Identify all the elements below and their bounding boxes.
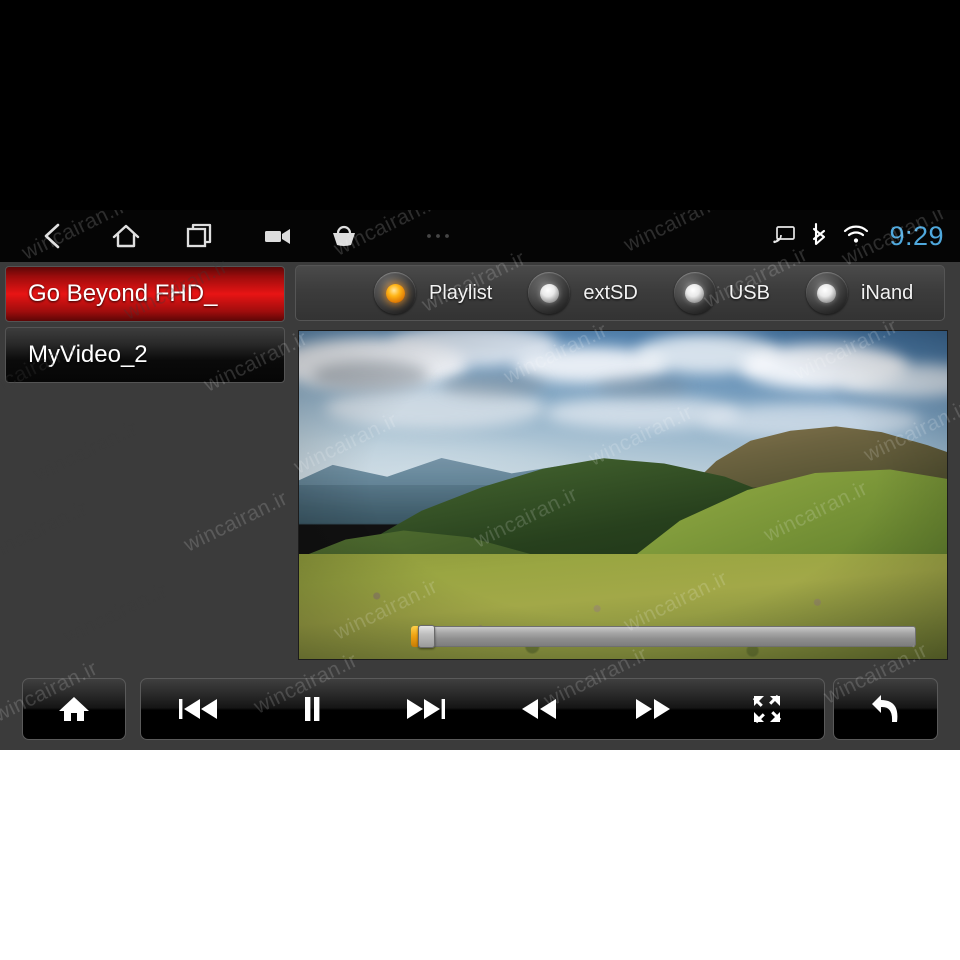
led-usb-icon — [673, 272, 716, 314]
nav-recent-apps-button[interactable] — [172, 210, 228, 262]
video-frame-image — [299, 331, 947, 659]
seek-progress-fill — [411, 626, 418, 647]
seek-handle[interactable] — [418, 625, 435, 648]
video-viewport[interactable] — [298, 330, 948, 660]
playlist-panel: Go Beyond FHD_ MyVideo_2 — [0, 262, 290, 664]
bluetooth-icon — [810, 222, 829, 251]
nav-camera-button[interactable] — [250, 210, 306, 262]
source-option-playlist[interactable]: Playlist — [374, 272, 492, 314]
source-label: iNand — [860, 281, 914, 304]
screenshot-stage: 9:29 Go Beyond FHD_ MyVideo_2 Playlist e… — [0, 0, 960, 960]
cast-icon — [773, 224, 796, 249]
home-button-panel — [22, 678, 126, 740]
nav-overflow-button[interactable] — [410, 210, 466, 262]
wifi-icon — [843, 224, 869, 249]
previous-track-button[interactable] — [141, 678, 255, 740]
head-unit-screen: 9:29 Go Beyond FHD_ MyVideo_2 Playlist e… — [0, 210, 960, 750]
nav-back-button[interactable] — [24, 210, 80, 262]
list-item[interactable]: MyVideo_2 — [5, 327, 285, 383]
back-button-panel — [833, 678, 938, 740]
led-playlist-icon — [374, 272, 416, 314]
fast-forward-button[interactable] — [596, 678, 710, 740]
player-column: Playlist extSD USB iNand — [295, 262, 960, 664]
android-navigation-bar: 9:29 — [0, 210, 960, 262]
led-inand-icon — [805, 272, 848, 314]
back-button[interactable] — [834, 678, 937, 740]
playlist-item-title: MyVideo_2 — [28, 341, 148, 368]
status-clock: 9:29 — [889, 220, 944, 251]
source-option-extsd[interactable]: extSD — [528, 272, 638, 314]
nav-apps-basket-button[interactable] — [316, 210, 372, 262]
seek-track[interactable] — [411, 626, 916, 647]
home-button[interactable] — [23, 678, 125, 740]
video-seek-bar[interactable] — [411, 625, 916, 648]
playlist-item-title: Go Beyond FHD_ — [28, 280, 218, 307]
main-content: Go Beyond FHD_ MyVideo_2 Playlist extSD … — [0, 262, 960, 664]
status-bar-icons: 9:29 — [773, 210, 944, 262]
fullscreen-button[interactable] — [710, 678, 824, 740]
source-label: USB — [728, 281, 770, 304]
letterbox-top — [0, 0, 960, 210]
list-item[interactable]: Go Beyond FHD_ — [5, 266, 285, 322]
led-extsd-icon — [528, 272, 571, 314]
source-option-inand[interactable]: iNand — [805, 272, 914, 314]
transport-panel — [140, 678, 825, 740]
nav-home-button[interactable] — [98, 210, 154, 262]
pause-button[interactable] — [255, 678, 369, 740]
source-label: Playlist — [429, 281, 493, 304]
next-track-button[interactable] — [369, 678, 483, 740]
source-option-usb[interactable]: USB — [673, 272, 770, 314]
letterbox-bottom — [0, 750, 960, 960]
player-control-bar — [0, 664, 960, 750]
rewind-button[interactable] — [482, 678, 596, 740]
source-selector-bar: Playlist extSD USB iNand — [295, 265, 945, 321]
source-label: extSD — [583, 281, 638, 304]
